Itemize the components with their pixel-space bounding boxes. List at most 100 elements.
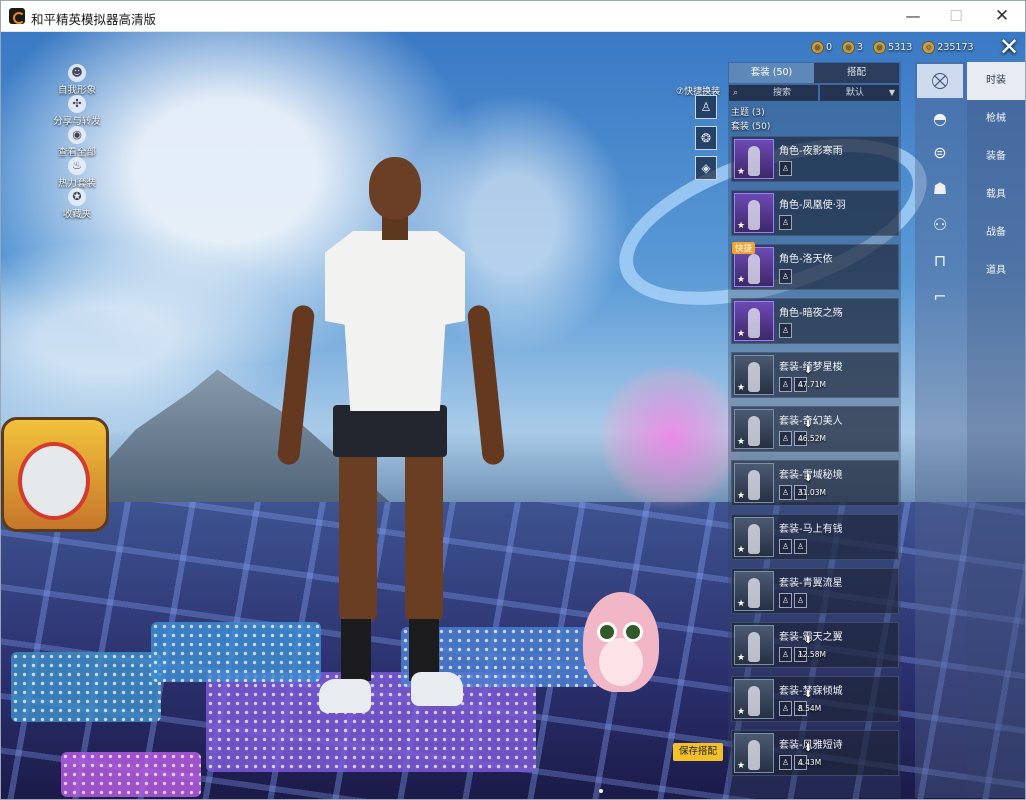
outfit-list-item[interactable]: ★ 角色-暗夜之殇 ♙: [731, 298, 899, 344]
download-icon[interactable]: ⬇: [804, 365, 812, 376]
outfit-thumbnail: ★: [734, 355, 774, 395]
left-menu-item[interactable]: ✪ 收藏夹: [47, 188, 107, 220]
category-gear[interactable]: 装备: [967, 138, 1025, 176]
goggles-icon[interactable]: ⊜: [917, 136, 963, 170]
search-label: 搜索: [773, 88, 792, 98]
outfit-thumbnail: ★: [734, 679, 774, 719]
category-guns[interactable]: 枪械: [967, 100, 1025, 138]
close-button[interactable]: ✕: [984, 5, 1020, 27]
character-shorts: [333, 405, 447, 457]
left-menu-label: 自我形象: [57, 85, 96, 96]
outfit-part-icon: ♙: [779, 269, 792, 284]
outfit-part-icon: ♙: [779, 215, 792, 230]
outfit-list-item[interactable]: ★ 套装-梦寐倾城 ♙ ♙ ⬇ 8.54M: [731, 676, 899, 722]
left-menu-label: 查看全部: [57, 147, 96, 158]
outfit-figure: [748, 632, 760, 662]
helmet-icon[interactable]: ◓: [917, 102, 963, 136]
sort-dropdown[interactable]: 默认 ▼: [819, 85, 899, 101]
download-icon[interactable]: ⬇: [804, 689, 812, 700]
star-icon: ★: [737, 221, 746, 231]
outfit-list-item[interactable]: ★ 角色-洛天依 ♙ 快捷: [731, 242, 899, 290]
outfit-list-item[interactable]: ★ 套装-雪域秘境 ♙ ♙ ⬇ 31.03M: [731, 460, 899, 506]
hanger-icon[interactable]: ⛒: [917, 64, 963, 98]
close-icon[interactable]: ✕: [995, 34, 1023, 60]
quick-switch-slot[interactable]: ◈: [695, 156, 717, 180]
left-menu-item[interactable]: ◉ 查看全部: [47, 126, 107, 158]
token-icon: ◎: [842, 40, 856, 54]
minimize-button[interactable]: —: [895, 5, 931, 27]
download-icon[interactable]: ⬇: [804, 473, 812, 484]
left-quick-menu: ☻ 自我形象 ✣ 分享与转发 ◉ 查看全部 ♨ 热力套装 ✪ 收藏夹: [47, 64, 107, 220]
outfit-list-item[interactable]: ★ 套装-霸天之翼 ♙ ♙ ⬇ 12.58M: [731, 622, 899, 668]
download-icon[interactable]: ⬇: [804, 635, 812, 646]
outfit-list-item[interactable]: ★ 套装-马上有钱 ♙ ♙: [731, 514, 899, 560]
category-props[interactable]: 道具: [967, 252, 1025, 290]
download-size: 46.52M: [798, 434, 826, 443]
outfit-list-item[interactable]: ★ 套装-绮梦星梭 ♙ ♙ ⬇ 47.71M: [731, 352, 899, 398]
category-fashion[interactable]: 时装: [967, 62, 1025, 100]
sort-label: 默认: [845, 88, 864, 98]
currency-diamond: ◇ 235173: [922, 38, 974, 56]
outfit-figure: [748, 308, 760, 338]
outfit-figure: [748, 200, 760, 230]
floor-tile: [61, 752, 201, 797]
left-menu-label: 分享与转发: [53, 116, 101, 127]
search-icon: ⌕: [733, 88, 739, 98]
pet-eye: [597, 622, 617, 642]
outfit-thumbnail: ★: [734, 139, 774, 179]
outfit-name: 角色-暗夜之殇: [779, 308, 843, 319]
download-icon[interactable]: ⬇: [804, 419, 812, 430]
download-size: 47.71M: [798, 380, 826, 389]
person-icon: ☻: [68, 64, 86, 82]
floor-tile: [11, 652, 161, 722]
outfit-part-icon: ♙: [779, 647, 792, 662]
outfit-thumbnail: ★: [734, 517, 774, 557]
window-title: 和平精英模拟器高清版: [31, 12, 157, 27]
quick-switch-slot[interactable]: ❂: [695, 126, 717, 150]
currency-value: 5313: [888, 41, 913, 53]
outfit-list-item[interactable]: ★ 角色-夜影寒雨 ♙: [731, 136, 899, 182]
pants-icon[interactable]: ⊓: [917, 244, 963, 278]
search-row: ⌕ 搜索 默认 ▼: [729, 85, 899, 101]
category-battle-prep[interactable]: 战备: [967, 214, 1025, 252]
outfit-name: 角色-凤凰使·羽: [779, 200, 846, 211]
diamond-icon: ◇: [922, 40, 936, 54]
download-icon[interactable]: ⬇: [804, 743, 812, 754]
left-menu-item[interactable]: ✣ 分享与转发: [47, 95, 107, 127]
outfit-thumbnail: ★: [734, 301, 774, 341]
download-size: 4.43M: [798, 758, 822, 767]
pink-smoke: [601, 362, 741, 512]
tab-sets[interactable]: 套装 (50): [729, 63, 814, 83]
mask-icon[interactable]: ☗: [917, 172, 963, 206]
outfit-list-item[interactable]: ★ 角色-凤凰使·羽 ♙: [731, 190, 899, 236]
quick-switch-slot[interactable]: ♙: [695, 95, 717, 119]
outfit-list-item[interactable]: ★ 套装-青翼流星 ♙ ♙: [731, 568, 899, 614]
character-leg: [339, 453, 377, 623]
boot-icon[interactable]: ⌐: [917, 280, 963, 314]
player-character[interactable]: [276, 157, 506, 727]
outfit-list-item[interactable]: ★ 套装-风雅短诗 ♙ ♙ ⬇ 4.43M: [731, 730, 899, 776]
search-input[interactable]: ⌕ 搜索: [729, 85, 818, 101]
left-menu-item[interactable]: ☻ 自我形象: [47, 64, 107, 96]
outfit-thumbnail: ★: [734, 409, 774, 449]
star-icon: ★: [737, 707, 746, 717]
star-icon: ★: [737, 599, 746, 609]
pet-companion[interactable]: [579, 580, 663, 710]
currency-value: 235173: [937, 41, 974, 53]
outfit-part-icon: ♙: [779, 431, 792, 446]
outfit-list-item[interactable]: ★ 套装-奇幻美人 ♙ ♙ ⬇ 46.52M: [731, 406, 899, 452]
star-icon: ★: [737, 329, 746, 339]
outfit-part-icon: ♙: [779, 593, 792, 608]
theme-header[interactable]: 主题 (3): [731, 105, 765, 118]
category-vehicles[interactable]: 载具: [967, 176, 1025, 214]
outfit-figure: [748, 470, 760, 500]
left-menu-item[interactable]: ♨ 热力套装: [47, 157, 107, 189]
outfit-name: 套装-青翼流星: [779, 578, 843, 589]
jacket-icon[interactable]: ⚇: [917, 208, 963, 242]
save-outfit-button[interactable]: 保存搭配: [673, 743, 723, 761]
tab-combos[interactable]: 搭配: [814, 63, 899, 83]
outfit-thumbnail: ★: [734, 463, 774, 503]
outfit-figure: [748, 578, 760, 608]
maximize-button[interactable]: ☐: [938, 5, 974, 27]
outfit-tabs: 套装 (50) 搭配: [729, 63, 899, 83]
